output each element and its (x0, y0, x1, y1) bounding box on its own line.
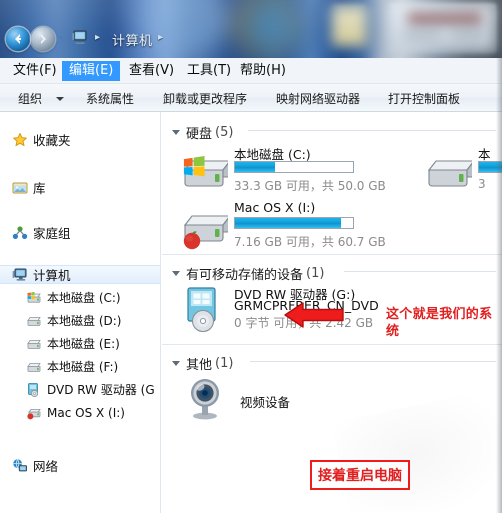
sidebar-item-local-disk-c[interactable]: 本地磁盘 (C:) (26, 288, 160, 307)
capacity-bar-local-disk-c (234, 161, 354, 173)
group-header-other[interactable]: 其他 (1) (172, 354, 233, 373)
capacity-bar-fill (235, 218, 341, 228)
toolbar-map-network-drive[interactable]: 映射网络驱动器 (276, 90, 360, 107)
group-count-hard-disks: (5) (215, 125, 234, 140)
back-button[interactable] (6, 27, 30, 51)
breadcrumb-computer-label[interactable]: 计算机 (112, 30, 153, 49)
breadcrumb-computer-icon (72, 30, 89, 45)
menu-view[interactable]: 查看(V) (122, 61, 181, 81)
group-rule (248, 130, 496, 131)
forward-button[interactable] (31, 27, 55, 51)
group-title-hard-disks: 硬盘 (186, 127, 213, 142)
sidebar-item-computer[interactable]: 计算机 (0, 265, 160, 284)
sidebar-item-network[interactable]: 网络 (12, 456, 160, 475)
library-folder-icon (12, 180, 28, 196)
drive-icon (26, 336, 42, 352)
breadcrumb-separator-end[interactable]: ▸ (158, 32, 163, 43)
group-rule (250, 361, 496, 362)
windows-drive-icon (180, 150, 232, 192)
glass-blur-layer (0, 0, 502, 58)
dvd-drive-icon (26, 382, 42, 398)
sidebar-label-libraries: 库 (33, 181, 46, 196)
sidebar-item-local-disk-d[interactable]: 本地磁盘 (D:) (26, 311, 160, 330)
network-icon (12, 458, 28, 474)
dvd-drive-icon (180, 286, 228, 333)
sidebar-item-local-disk-f[interactable]: 本地磁盘 (F:) (26, 357, 160, 376)
capacity-bar-mac-os-x (234, 217, 354, 229)
menu-file[interactable]: 文件(F) (6, 61, 64, 81)
sidebar-item-local-disk-e[interactable]: 本地磁盘 (E:) (26, 334, 160, 353)
drive-free-mac-os-x: 7.16 GB 可用，共 60.7 GB (234, 235, 386, 249)
group-title-removable-devices: 有可移动存储的设备 (186, 268, 304, 283)
sidebar-item-libraries[interactable]: 库 (12, 178, 160, 197)
drive-icon (424, 150, 476, 192)
group-rule (344, 271, 496, 272)
history-dropdown-button[interactable] (58, 36, 66, 41)
menu-bar: 文件(F) 编辑(E) 查看(V) 工具(T) 帮助(H) (0, 58, 502, 84)
annotation-restart-callout: 接着重启电脑 (310, 460, 410, 490)
breadcrumb-separator[interactable]: ▸ (95, 32, 100, 43)
navigation-pane: 收藏夹 库 家庭组 计算机 本地磁盘 (C:) 本地磁盘 (D:) 本地磁盘 (… (0, 112, 161, 513)
left-arrow-annotation (283, 300, 345, 333)
mac-drive-icon (26, 405, 42, 421)
background-watermark (331, 385, 502, 513)
sidebar-item-mac-os-x[interactable]: Mac OS X (I:) (26, 403, 160, 422)
drive-free-local-disk-c: 33.3 GB 可用，共 50.0 GB (234, 179, 386, 193)
star-icon (12, 132, 28, 148)
group-header-removable-devices[interactable]: 有可移动存储的设备 (1) (172, 264, 324, 283)
group-count-removable-devices: (1) (306, 266, 325, 281)
command-toolbar: 组织 系统属性 卸载或更改程序 映射网络驱动器 打开控制面板 (0, 84, 502, 112)
drive-icon (26, 359, 42, 375)
sidebar-item-favorites[interactable]: 收藏夹 (12, 130, 160, 149)
sidebar-label-local-disk-c: 本地磁盘 (C:) (47, 291, 121, 305)
forward-arrow-icon (41, 34, 46, 44)
menu-tools[interactable]: 工具(T) (180, 61, 238, 81)
computer-icon (12, 267, 28, 283)
sidebar-label-local-disk-e: 本地磁盘 (E:) (47, 337, 120, 351)
sidebar-item-homegroup[interactable]: 家庭组 (12, 223, 160, 242)
annotation-system-callout-line1: 这个就是我们的系 (386, 307, 493, 322)
chevron-down-icon[interactable] (56, 97, 64, 101)
group-header-hard-disks[interactable]: 硬盘 (5) (172, 123, 233, 142)
group-title-other: 其他 (186, 358, 213, 373)
toolbar-organize[interactable]: 组织 (18, 90, 42, 107)
window-right-edge (496, 0, 502, 513)
explorer-window: ▸ 计算机 ▸ 文件(F) 编辑(E) 查看(V) 工具(T) 帮助(H) 组织… (0, 0, 502, 513)
sidebar-label-network: 网络 (33, 459, 59, 474)
sidebar-label-computer: 计算机 (33, 268, 71, 283)
mac-drive-icon (180, 206, 232, 250)
sidebar-item-dvd-rw-drive[interactable]: DVD RW 驱动器 (G (26, 380, 160, 399)
drive-name-mac-os-x: Mac OS X (I:) (234, 200, 316, 215)
collapse-triangle-icon[interactable] (172, 361, 180, 366)
drive-free-column2: 3 (478, 177, 486, 191)
annotation-system-callout-line2: 统 (386, 324, 400, 339)
sidebar-label-dvd-rw-drive: DVD RW 驱动器 (G (47, 383, 155, 397)
toolbar-open-control-panel[interactable]: 打开控制面板 (388, 90, 460, 107)
sidebar-label-homegroup: 家庭组 (33, 226, 71, 241)
windows-drive-icon (26, 290, 42, 306)
section-divider (162, 254, 502, 255)
group-count-other: (1) (215, 356, 234, 371)
back-arrow-icon (15, 34, 21, 44)
device-name-video-device: 视频设备 (240, 395, 291, 410)
homegroup-icon (12, 225, 28, 241)
toolbar-system-properties[interactable]: 系统属性 (86, 90, 134, 107)
collapse-triangle-icon[interactable] (172, 130, 180, 135)
drive-icon (26, 313, 42, 329)
menu-help[interactable]: 帮助(H) (233, 61, 293, 81)
collapse-triangle-icon[interactable] (172, 271, 180, 276)
sidebar-label-favorites: 收藏夹 (33, 133, 71, 148)
sidebar-label-mac-os-x: Mac OS X (I:) (47, 405, 125, 420)
toolbar-uninstall-or-change-program[interactable]: 卸载或更改程序 (163, 90, 247, 107)
webcam-icon (182, 374, 230, 422)
sidebar-label-local-disk-f: 本地磁盘 (F:) (47, 360, 119, 374)
section-divider (162, 344, 502, 345)
menu-edit[interactable]: 编辑(E) (62, 61, 121, 81)
capacity-bar-fill (235, 162, 275, 172)
sidebar-label-local-disk-d: 本地磁盘 (D:) (47, 314, 122, 328)
